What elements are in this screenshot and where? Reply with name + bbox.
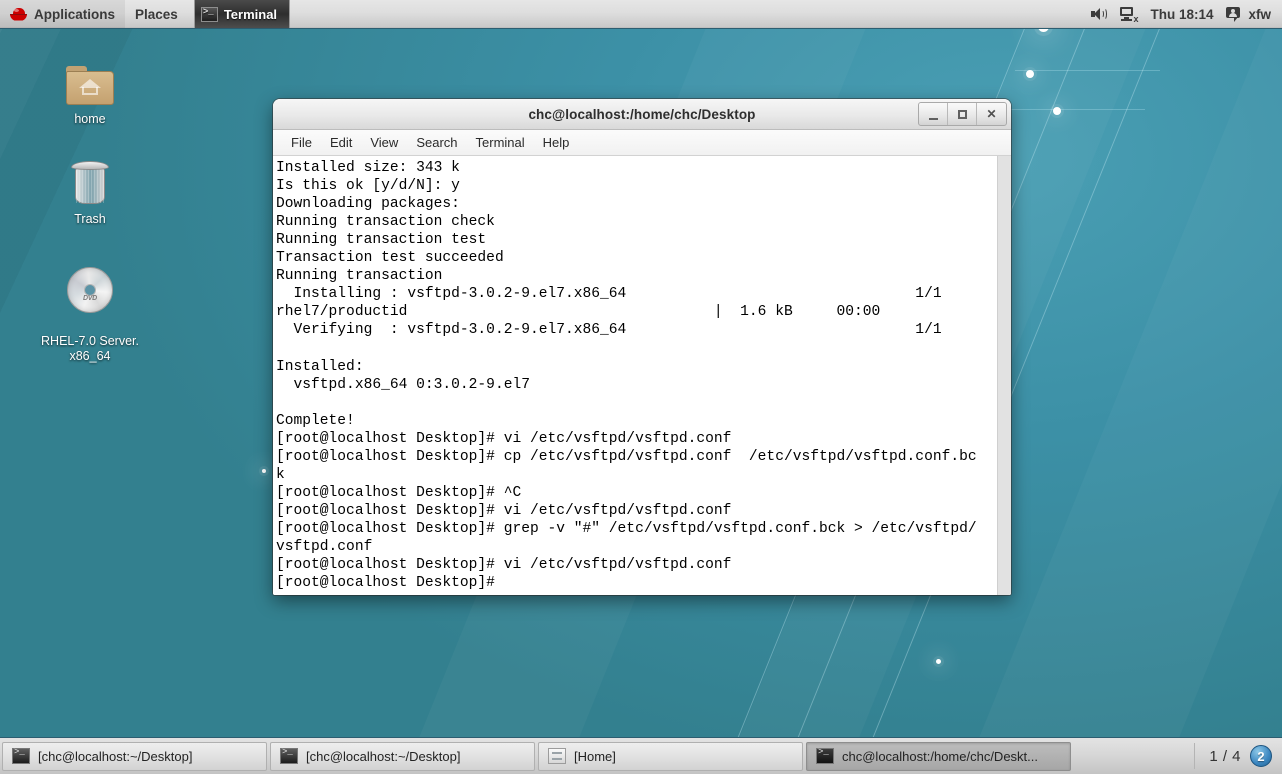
menu-terminal[interactable]: Terminal xyxy=(467,132,534,153)
desktop-icon-label: Trash xyxy=(74,212,106,226)
terminal-window[interactable]: chc@localhost:/home/chc/Desktop ✕ File E… xyxy=(273,99,1011,595)
wallpaper-line xyxy=(1000,109,1145,110)
taskbar: [chc@localhost:~/Desktop] [chc@localhost… xyxy=(0,737,1282,774)
dvd-disc-icon: DVD xyxy=(34,261,146,313)
volume-status-button[interactable] xyxy=(1091,7,1108,21)
menu-help[interactable]: Help xyxy=(534,132,579,153)
wallpaper-dot xyxy=(262,469,266,473)
taskbar-item-2[interactable]: [Home] xyxy=(538,741,803,771)
dvd-label-text: DVD xyxy=(83,295,97,302)
menu-search[interactable]: Search xyxy=(407,132,466,153)
wallpaper-line xyxy=(1015,70,1160,71)
terminal-body[interactable]: Installed size: 343 k Is this ok [y/d/N]… xyxy=(273,156,1011,595)
top-panel-task-label: Terminal xyxy=(223,6,278,22)
terminal-icon xyxy=(12,747,30,764)
desktop-icon-trash[interactable]: Trash xyxy=(34,154,146,227)
menu-edit[interactable]: Edit xyxy=(321,132,361,153)
taskbar-item-label: chc@localhost:/home/chc/Deskt... xyxy=(842,748,1038,764)
user-menu-button[interactable]: xfw xyxy=(1226,6,1271,22)
terminal-icon xyxy=(816,747,834,764)
terminal-menubar: File Edit View Search Terminal Help xyxy=(273,130,1011,156)
file-manager-icon xyxy=(548,748,566,764)
window-controls: ✕ xyxy=(918,102,1007,126)
taskbar-item-label: [chc@localhost:~/Desktop] xyxy=(306,748,461,764)
wallpaper-dot xyxy=(1053,107,1061,115)
top-panel-window-list: Terminal xyxy=(193,0,291,28)
user-icon xyxy=(1226,6,1242,22)
network-status-button[interactable]: x xyxy=(1120,6,1138,23)
taskbar-item-3[interactable]: chc@localhost:/home/chc/Deskt... xyxy=(806,741,1071,771)
desktop-icon-home[interactable]: home xyxy=(34,54,146,127)
wallpaper-dot xyxy=(1026,70,1034,78)
network-disconnected-icon: x xyxy=(1120,6,1138,23)
terminal-icon xyxy=(200,6,218,22)
redhat-logo-icon xyxy=(10,7,27,22)
applications-menu-label: Applications xyxy=(34,6,116,22)
terminal-output-text[interactable]: Installed size: 343 k Is this ok [y/d/N]… xyxy=(273,156,997,595)
clock-button[interactable]: Thu 18:14 xyxy=(1150,7,1213,22)
maximize-button[interactable] xyxy=(948,103,977,125)
minimize-button[interactable] xyxy=(919,103,948,125)
menu-view[interactable]: View xyxy=(361,132,407,153)
desktop-icon-rhel-dvd[interactable]: DVD RHEL-7.0 Server. x86_64 xyxy=(34,246,146,379)
desktop-icon-label: home xyxy=(74,112,106,126)
terminal-scrollbar[interactable] xyxy=(997,156,1011,595)
applications-menu[interactable]: Applications xyxy=(0,0,126,28)
clock-label: Thu 18:14 xyxy=(1150,6,1214,22)
workspace-switcher[interactable]: 1 / 4 xyxy=(1209,748,1241,765)
user-menu-label: xfw xyxy=(1248,6,1271,22)
taskbar-status-area: 1 / 4 2 xyxy=(1194,743,1280,769)
places-menu[interactable]: Places xyxy=(125,0,188,28)
taskbar-item-label: [Home] xyxy=(574,748,616,764)
top-panel-task-terminal[interactable]: Terminal xyxy=(194,0,291,28)
desktop-icon-label: RHEL-7.0 Server. x86_64 xyxy=(41,334,139,363)
trash-icon xyxy=(34,154,146,206)
wallpaper-dot xyxy=(936,659,941,664)
notification-badge[interactable]: 2 xyxy=(1250,745,1272,767)
menu-file[interactable]: File xyxy=(282,132,321,153)
window-titlebar[interactable]: chc@localhost:/home/chc/Desktop ✕ xyxy=(273,99,1011,130)
places-menu-label: Places xyxy=(135,6,178,22)
speaker-icon xyxy=(1091,7,1108,21)
folder-home-icon xyxy=(34,54,146,106)
taskbar-item-0[interactable]: [chc@localhost:~/Desktop] xyxy=(2,741,267,771)
close-button[interactable]: ✕ xyxy=(977,103,1006,125)
top-panel-status-area: x Thu 18:14 xfw xyxy=(1080,0,1282,28)
terminal-icon xyxy=(280,747,298,764)
window-title: chc@localhost:/home/chc/Desktop xyxy=(528,106,756,122)
top-panel: Applications Places Terminal x Thu 18:14 xyxy=(0,0,1282,29)
taskbar-item-label: [chc@localhost:~/Desktop] xyxy=(38,748,193,764)
taskbar-item-1[interactable]: [chc@localhost:~/Desktop] xyxy=(270,741,535,771)
